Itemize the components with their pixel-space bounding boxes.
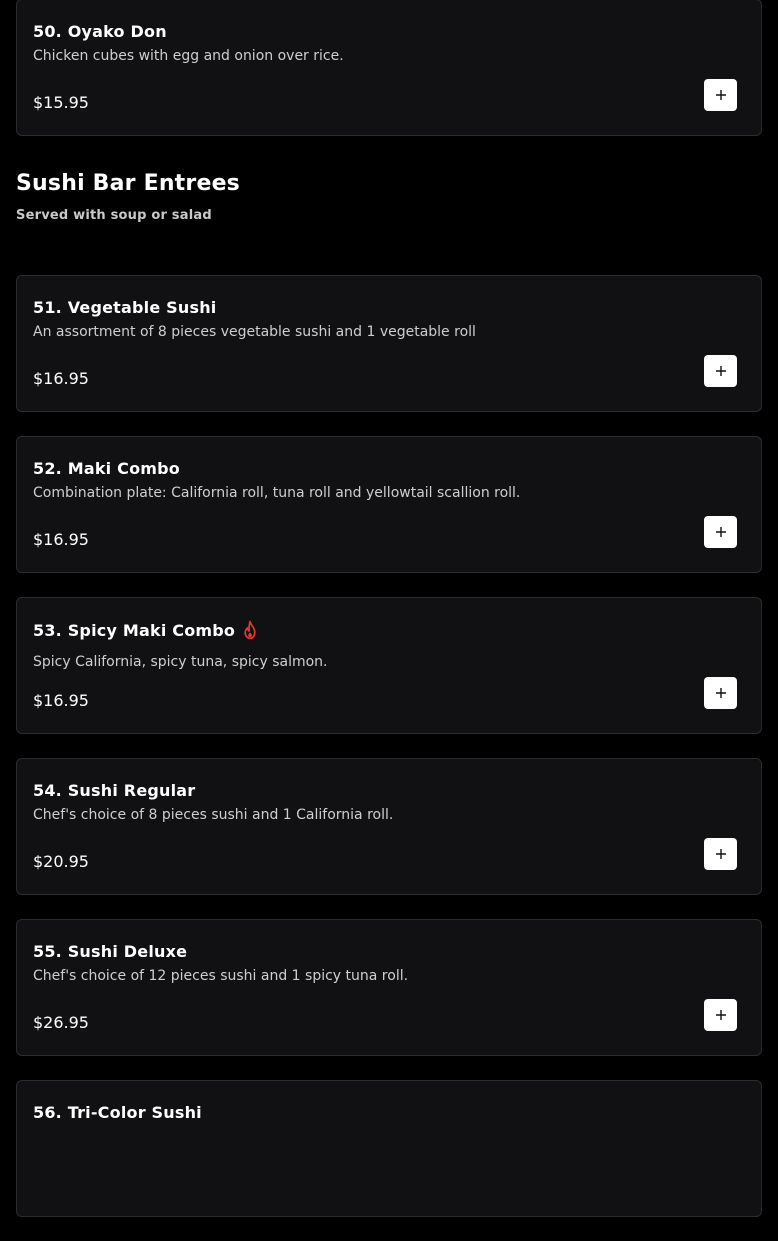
menu-item-card[interactable]: 52. Maki Combo Combination plate: Califo… bbox=[16, 436, 762, 573]
plus-icon bbox=[715, 1010, 726, 1020]
item-price: $15.95 bbox=[33, 93, 89, 112]
item-price: $26.95 bbox=[33, 1013, 89, 1032]
item-description: Chef's choice of 8 pieces sushi and 1 Ca… bbox=[33, 807, 394, 823]
add-to-cart-button[interactable] bbox=[704, 838, 737, 870]
item-description: Spicy California, spicy tuna, spicy salm… bbox=[33, 654, 328, 670]
item-description: An assortment of 8 pieces vegetable sush… bbox=[33, 324, 476, 340]
menu-item-card[interactable]: 51. Vegetable Sushi An assortment of 8 p… bbox=[16, 275, 762, 412]
section-header: Sushi Bar Entrees Served with soup or sa… bbox=[16, 160, 762, 275]
menu-item-card[interactable]: 56. Tri-Color Sushi bbox=[16, 1080, 762, 1217]
menu-item-card[interactable]: 55. Sushi Deluxe Chef's choice of 12 pie… bbox=[16, 919, 762, 1056]
item-name: 50. Oyako Don bbox=[33, 22, 167, 41]
item-price: $20.95 bbox=[33, 852, 89, 871]
add-to-cart-button[interactable] bbox=[704, 999, 737, 1031]
add-to-cart-button[interactable] bbox=[704, 677, 737, 709]
item-name: 56. Tri-Color Sushi bbox=[33, 1103, 202, 1122]
menu-item-card[interactable]: 50. Oyako Don Chicken cubes with egg and… bbox=[16, 0, 762, 136]
plus-icon bbox=[715, 688, 726, 698]
menu-page: 50. Oyako Don Chicken cubes with egg and… bbox=[16, 0, 762, 1241]
add-to-cart-button[interactable] bbox=[704, 516, 737, 548]
add-to-cart-button[interactable] bbox=[704, 79, 737, 111]
menu-item-card[interactable]: 54. Sushi Regular Chef's choice of 8 pie… bbox=[16, 758, 762, 895]
item-name: 55. Sushi Deluxe bbox=[33, 942, 188, 961]
item-description: Chef's choice of 12 pieces sushi and 1 s… bbox=[33, 968, 409, 984]
plus-icon bbox=[715, 90, 726, 100]
item-price: $16.95 bbox=[33, 691, 89, 710]
item-name-row: 53. Spicy Maki Combo bbox=[33, 620, 258, 640]
section-title: Sushi Bar Entrees bbox=[16, 171, 240, 196]
item-price: $16.95 bbox=[33, 530, 89, 549]
section-subtitle: Served with soup or salad bbox=[16, 208, 212, 223]
item-name: 54. Sushi Regular bbox=[33, 781, 196, 800]
plus-icon bbox=[715, 849, 726, 859]
item-name: 53. Spicy Maki Combo bbox=[33, 620, 236, 640]
item-name: 52. Maki Combo bbox=[33, 459, 180, 478]
item-description: Chicken cubes with egg and onion over ri… bbox=[33, 48, 344, 64]
plus-icon bbox=[715, 527, 726, 537]
add-to-cart-button[interactable] bbox=[704, 355, 737, 387]
spicy-flame-icon bbox=[244, 620, 256, 640]
item-description: Combination plate: California roll, tuna… bbox=[33, 485, 521, 501]
plus-icon bbox=[715, 366, 726, 376]
menu-item-card[interactable]: 53. Spicy Maki Combo Spicy California, s… bbox=[16, 597, 762, 734]
item-price: $16.95 bbox=[33, 369, 89, 388]
item-name: 51. Vegetable Sushi bbox=[33, 298, 217, 317]
